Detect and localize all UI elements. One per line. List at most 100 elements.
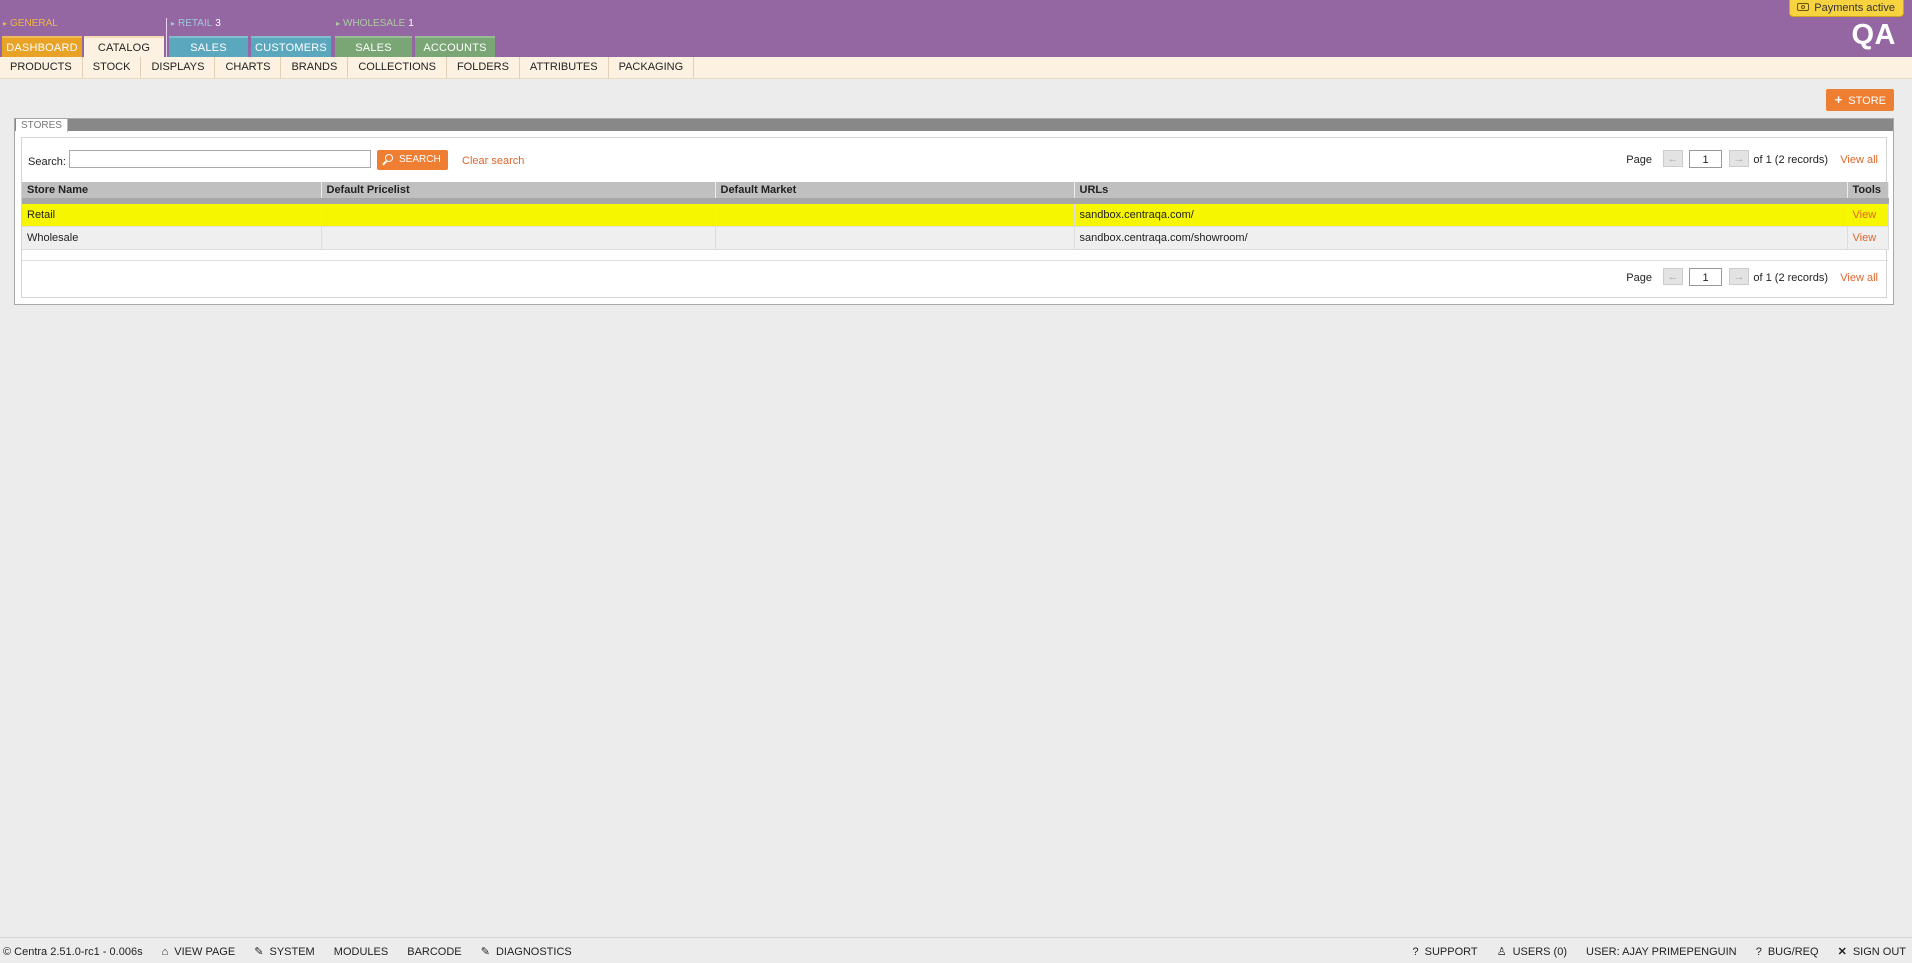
subnav-attributes[interactable]: ATTRIBUTES [520, 57, 609, 78]
table-row[interactable]: Wholesale sandbox.centraqa.com/showroom/… [22, 226, 1889, 250]
cell-store-name: Retail [22, 201, 322, 227]
add-store-button[interactable]: + STORE [1825, 89, 1894, 111]
next-page-arrow-icon[interactable]: → [1729, 268, 1749, 285]
page-number-input[interactable]: 1 [1689, 268, 1722, 286]
search-button-label: SEARCH [399, 154, 441, 165]
divider [22, 260, 1888, 261]
table-header-row: Store Name Default Pricelist Default Mar… [22, 182, 1889, 204]
page-number-input[interactable]: 1 [1689, 150, 1722, 168]
wrench-icon: ✎ [480, 946, 490, 958]
subnav-products[interactable]: PRODUCTS [0, 57, 83, 78]
search-label: Search: [28, 156, 66, 168]
footer-barcode[interactable]: BARCODE [407, 946, 461, 958]
tab-customers[interactable]: CUSTOMERS [251, 36, 331, 57]
footer-right: ? SUPPORT ♙ USERS (0) USER: AJAY PRIMEPENG… [1397, 945, 1906, 958]
question-icon: ? [1412, 946, 1419, 958]
tab-dashboard[interactable]: DASHBOARD [2, 36, 82, 57]
column-header-default-market[interactable]: Default Market [715, 182, 1075, 204]
table-row[interactable]: Retail sandbox.centraqa.com/ View [22, 201, 1889, 227]
group-retail-count: 3 [215, 18, 221, 29]
panel-title: STORES [16, 119, 68, 132]
tab-accounts[interactable]: ACCOUNTS [415, 36, 495, 57]
footer-system[interactable]: ✎ SYSTEM [254, 945, 314, 958]
footer-bug-request[interactable]: ? BUG/REQ [1756, 946, 1819, 958]
search-button[interactable]: SEARCH [377, 150, 448, 170]
tab-wholesale-sales[interactable]: SALES [335, 36, 412, 57]
footer-bug-request-label: BUG/REQ [1767, 946, 1819, 958]
tab-retail-sales[interactable]: SALES [169, 36, 248, 57]
group-label-retail[interactable]: ▸ RETAIL 3 [171, 18, 221, 30]
environment-label: QA [1851, 19, 1896, 51]
group-divider [166, 18, 167, 57]
search-icon [385, 154, 393, 162]
subnav-brands[interactable]: BRANDS [281, 57, 349, 78]
column-header-tools: Tools [1847, 182, 1889, 204]
footer-sign-out[interactable]: ✕ SIGN OUT [1838, 945, 1906, 958]
subnav-charts[interactable]: CHARTS [215, 57, 282, 78]
pager-records-info: of 1 (2 records) [1753, 154, 1828, 166]
footer-bar: © Centra 2.51.0-rc1 - 0.006s ⌂ VIEW PAGE … [0, 937, 1912, 963]
add-store-label: STORE [1848, 95, 1886, 107]
triangle-right-icon: ▸ [171, 19, 176, 28]
wrench-icon: ✎ [254, 946, 264, 958]
group-wholesale-label: WHOLESALE [343, 18, 406, 29]
pager-records-info: of 1 (2 records) [1753, 272, 1828, 284]
view-all-link[interactable]: View all [1840, 153, 1878, 167]
prev-page-arrow-icon[interactable]: ← [1663, 150, 1683, 167]
column-header-default-pricelist[interactable]: Default Pricelist [321, 182, 716, 204]
group-label-general[interactable]: ▸ GENERAL [3, 18, 58, 30]
subnav-collections[interactable]: COLLECTIONS [348, 57, 447, 78]
group-general-label: GENERAL [10, 18, 58, 29]
view-store-link[interactable]: View [1847, 226, 1889, 250]
triangle-right-icon: ▸ [3, 19, 8, 28]
cell-default-pricelist [321, 226, 716, 250]
cell-urls: sandbox.centraqa.com/ [1074, 201, 1848, 227]
footer-modules[interactable]: MODULES [334, 946, 388, 958]
subnav-folders[interactable]: FOLDERS [447, 57, 520, 78]
column-header-store-name[interactable]: Store Name [22, 182, 322, 204]
view-store-link[interactable]: View [1847, 201, 1889, 227]
group-retail-label: RETAIL [178, 18, 213, 29]
footer-users[interactable]: ♙ USERS (0) [1497, 945, 1567, 958]
search-input[interactable] [69, 150, 371, 168]
footer-view-page[interactable]: ⌂ VIEW PAGE [162, 946, 236, 958]
footer-diagnostics-label: DIAGNOSTICS [495, 946, 572, 958]
cell-urls: sandbox.centraqa.com/showroom/ [1074, 226, 1848, 250]
footer-diagnostics[interactable]: ✎ DIAGNOSTICS [481, 945, 572, 958]
footer-system-label: SYSTEM [269, 946, 315, 958]
footer-support[interactable]: ? SUPPORT [1413, 946, 1478, 958]
subnav-stock[interactable]: STOCK [83, 57, 142, 78]
pager-top: Page ← 1 → of 1 (2 records) View all [1618, 150, 1878, 170]
cell-store-name: Wholesale [22, 226, 322, 250]
version-text: © Centra 2.51.0-rc1 - 0.006s [3, 946, 143, 958]
footer-current-user[interactable]: USER: AJAY PRIMEPENGUIN [1586, 946, 1737, 958]
payments-status-text: Payments active [1814, 2, 1895, 14]
pager-page-label: Page [1626, 154, 1652, 166]
panel-content: Search: SEARCH Clear search Page ← 1 → o… [21, 137, 1889, 298]
pager-page-label: Page [1626, 272, 1652, 284]
question-icon: ? [1755, 946, 1762, 958]
stores-panel: STORES Search: SEARCH Clear search Page … [14, 118, 1894, 305]
group-wholesale-count: 1 [408, 18, 414, 29]
top-header: ▸ GENERAL ▸ RETAIL 3 ▸ WHOLESALE 1 DASHBOARD … [0, 0, 1912, 58]
footer-view-page-label: VIEW PAGE [174, 946, 236, 958]
close-icon: ✕ [1837, 946, 1847, 958]
group-label-wholesale[interactable]: ▸ WHOLESALE 1 [336, 18, 414, 30]
payments-status-badge[interactable]: Payments active [1789, 0, 1904, 17]
column-header-urls[interactable]: URLs [1074, 182, 1848, 204]
subnav-displays[interactable]: DISPLAYS [141, 57, 216, 78]
home-icon: ⌂ [161, 946, 169, 958]
plus-icon: + [1834, 92, 1843, 107]
clear-search-link[interactable]: Clear search [462, 155, 524, 167]
triangle-right-icon: ▸ [336, 19, 341, 28]
footer-users-label: USERS (0) [1512, 946, 1567, 958]
user-icon: ♙ [1496, 946, 1507, 958]
subnav-packaging[interactable]: PACKAGING [609, 57, 695, 78]
prev-page-arrow-icon[interactable]: ← [1663, 268, 1683, 285]
footer-left: © Centra 2.51.0-rc1 - 0.006s ⌂ VIEW PAGE … [3, 945, 572, 958]
footer-support-label: SUPPORT [1424, 946, 1478, 958]
tab-catalog[interactable]: CATALOG [84, 36, 164, 58]
view-all-link[interactable]: View all [1840, 271, 1878, 285]
stores-table: Store Name Default Pricelist Default Mar… [22, 182, 1889, 250]
next-page-arrow-icon[interactable]: → [1729, 150, 1749, 167]
